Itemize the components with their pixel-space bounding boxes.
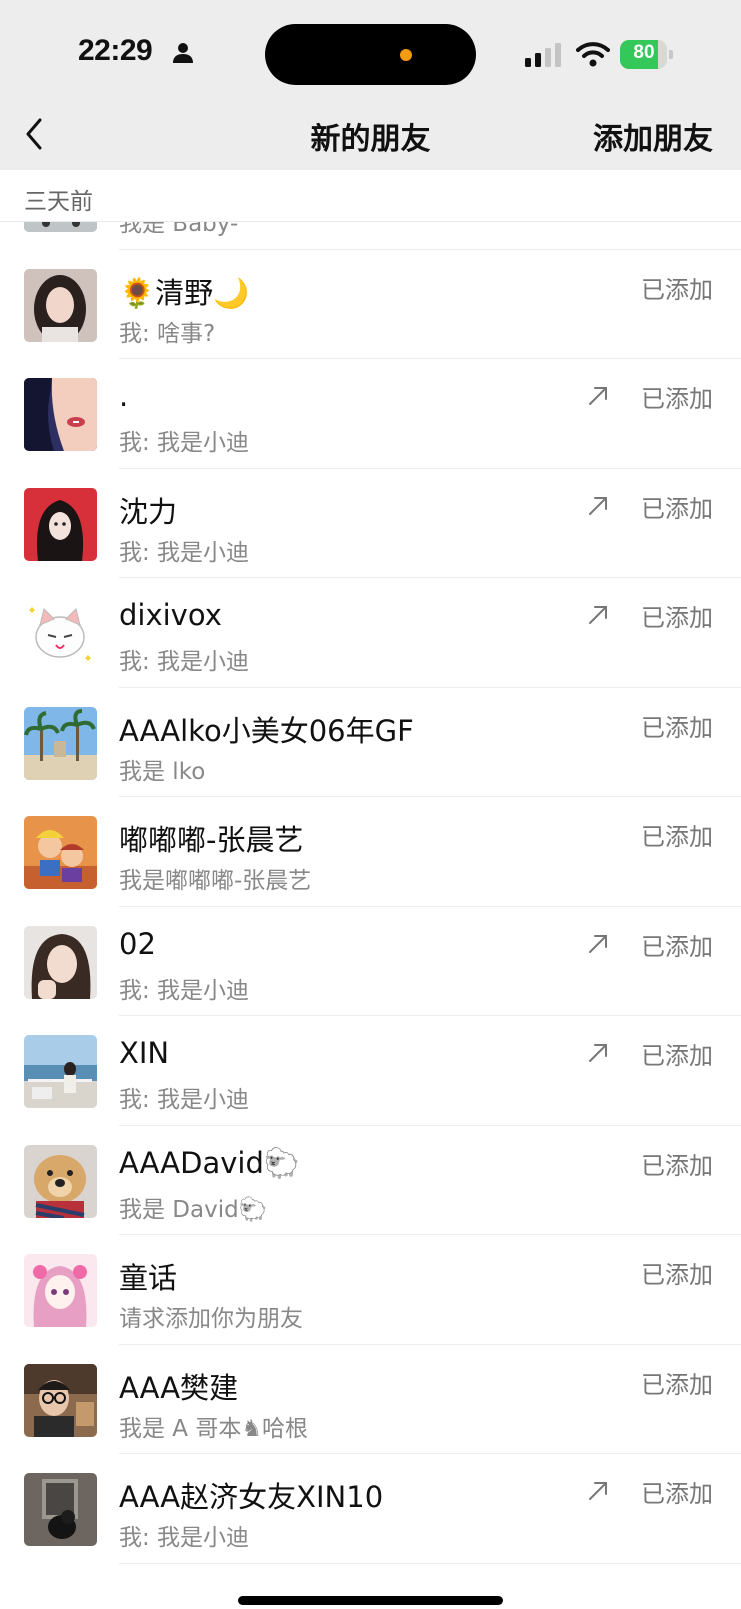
friend-name: 童话 (119, 1261, 178, 1295)
friend-name: 沈力 (119, 494, 178, 529)
avatar[interactable] (24, 378, 97, 451)
arrow-up-right-icon (589, 1482, 607, 1500)
friend-list-item[interactable]: XIN 我: 我是小迪 已添加 (0, 1016, 741, 1126)
status-bar: 22:29 80 (0, 0, 741, 100)
friend-message: 我: 我是小迪 (119, 1525, 250, 1551)
friend-message: 我是 Baby- (119, 222, 239, 237)
added-status: 已添加 (641, 494, 713, 523)
status-time: 22:29 (78, 34, 153, 67)
avatar[interactable] (24, 925, 97, 999)
friend-message: 我是 A 哥本♞哈根 (119, 1415, 308, 1442)
cellular-signal-icon (525, 43, 561, 67)
arrow-up-right-icon (589, 496, 607, 515)
friend-name: 🌻清野🌙 (119, 275, 250, 310)
added-status: 已添加 (641, 1151, 713, 1180)
avatar-image (24, 816, 97, 889)
arrow-up-right-icon (589, 387, 607, 405)
dynamic-island (265, 24, 476, 85)
privacy-indicator-dot (400, 49, 412, 61)
friend-message: 我是嘟嘟嘟-张晨艺 (119, 868, 312, 894)
friend-list-item[interactable]: . 我: 我是小迪 已添加 (0, 359, 741, 469)
friend-list-item[interactable]: 沈力 我: 我是小迪 已添加 (0, 469, 741, 578)
added-status: 已添加 (641, 604, 713, 632)
avatar[interactable] (24, 268, 97, 342)
friend-list-item[interactable]: AAA樊建 我是 A 哥本♞哈根 已添加 (0, 1345, 741, 1454)
avatar[interactable] (24, 1035, 97, 1108)
friend-list-item[interactable]: AAADavid🐑 我是 David🐑 已添加 (0, 1126, 741, 1235)
friend-list-item[interactable]: 嘟嘟嘟-张晨艺 我是嘟嘟嘟-张晨艺 已添加 (0, 797, 741, 907)
avatar[interactable] (24, 597, 97, 670)
friend-message: 我: 我是小迪 (119, 649, 250, 675)
friend-message: 我: 我是小迪 (119, 539, 250, 566)
avatar[interactable] (24, 816, 97, 889)
battery-indicator: 80 (620, 40, 673, 69)
friend-message: 我: 我是小迪 (119, 1087, 250, 1113)
friend-request-list[interactable]: Baby- 我是 Baby- 已添加 🌻清野🌙 我: 啥事? 已添加 . 我: … (0, 222, 741, 1609)
avatar[interactable] (24, 1144, 97, 1218)
friend-name: AAA赵济女友XIN10 (119, 1480, 384, 1514)
home-indicator[interactable] (238, 1596, 503, 1605)
friend-message: 我: 我是小迪 (119, 977, 250, 1004)
nav-bar: 新的朋友 添加朋友 (0, 100, 741, 170)
friend-message: 请求添加你为朋友 (119, 1306, 303, 1332)
avatar-image (24, 268, 97, 342)
add-friend-button[interactable]: 添加朋友 (593, 114, 713, 158)
avatar-image (24, 378, 97, 451)
friend-list-item[interactable]: AAAlko小美女06年GF 我是 lko 已添加 (0, 688, 741, 797)
avatar[interactable] (24, 706, 97, 780)
avatar-image (24, 1473, 97, 1546)
added-status: 已添加 (641, 275, 713, 304)
friend-name: AAA樊建 (119, 1370, 239, 1405)
avatar-image (24, 925, 97, 999)
added-status: 已添加 (641, 823, 713, 851)
friend-list-item[interactable]: AAA赵济女友XIN10 我: 我是小迪 已添加 (0, 1454, 741, 1564)
friend-list-item[interactable]: 🌻清野🌙 我: 啥事? 已添加 (0, 250, 741, 359)
arrow-up-right-icon (589, 606, 607, 624)
battery-percent: 80 (633, 42, 655, 63)
friend-name: 嘟嘟嘟-张晨艺 (119, 823, 304, 857)
friend-message: 我: 啥事? (119, 320, 216, 347)
friend-name: XIN (119, 1036, 170, 1070)
friend-name: . (119, 379, 129, 413)
avatar-image (24, 1035, 97, 1108)
added-status: 已添加 (641, 385, 713, 413)
avatar[interactable] (24, 222, 97, 232)
avatar-image (24, 597, 97, 670)
friend-list-item[interactable]: Baby- 我是 Baby- 已添加 (0, 222, 741, 250)
avatar-image (24, 706, 97, 780)
added-status: 已添加 (641, 932, 713, 961)
avatar-image (24, 1363, 97, 1437)
added-status: 已添加 (641, 1480, 713, 1508)
avatar-image (24, 1254, 97, 1327)
person-icon (173, 43, 193, 63)
friend-name: AAAlko小美女06年GF (119, 713, 414, 748)
friend-list-item[interactable]: 童话 请求添加你为朋友 已添加 (0, 1235, 741, 1345)
added-status: 已添加 (641, 1370, 713, 1399)
friend-list-item[interactable]: dixivox 我: 我是小迪 已添加 (0, 578, 741, 688)
avatar[interactable] (24, 1363, 97, 1437)
friend-message: 我是 lko (119, 758, 206, 785)
friend-message: 我是 David🐑 (119, 1196, 268, 1223)
avatar[interactable] (24, 1473, 97, 1546)
friend-list-item[interactable]: 02 我: 我是小迪 已添加 (0, 907, 741, 1016)
avatar-image (24, 222, 97, 232)
added-status: 已添加 (641, 713, 713, 742)
arrow-up-right-icon (589, 1044, 607, 1062)
friend-name: AAADavid🐑 (119, 1145, 300, 1180)
friend-name: 02 (119, 926, 156, 961)
wifi-icon (576, 42, 610, 67)
arrow-up-right-icon (589, 934, 607, 953)
avatar-image (24, 1144, 97, 1218)
added-status: 已添加 (641, 1261, 713, 1289)
section-label: 三天前 (24, 189, 93, 215)
avatar[interactable] (24, 1254, 97, 1327)
friend-name: dixivox (119, 598, 222, 632)
friend-message: 我: 我是小迪 (119, 430, 250, 456)
avatar-image (24, 487, 97, 561)
added-status: 已添加 (641, 1042, 713, 1070)
avatar[interactable] (24, 487, 97, 561)
section-header: 三天前 (0, 170, 741, 222)
